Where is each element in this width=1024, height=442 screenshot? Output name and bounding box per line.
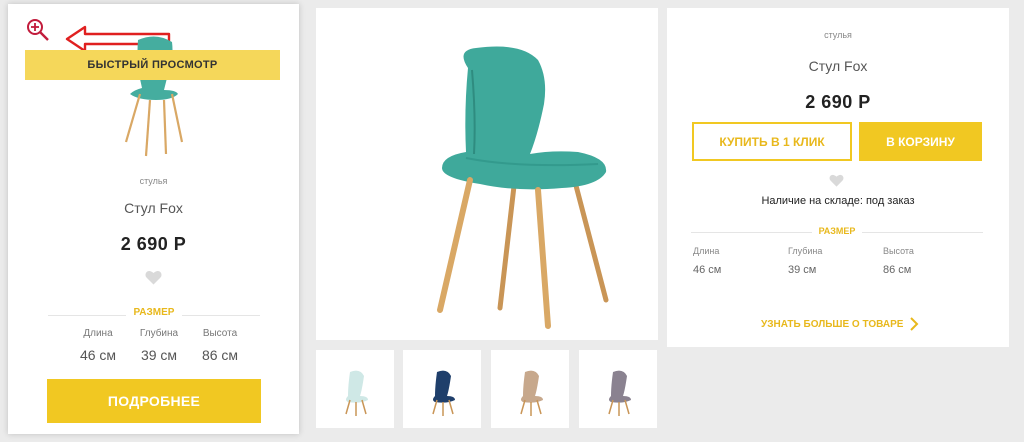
quick-view-button[interactable]: БЫСТРЫЙ ПРОСМОТР — [25, 50, 280, 80]
main-product-image[interactable] — [316, 8, 658, 340]
dimensions: Длина 46 см Глубина 39 см Высота 86 см — [693, 246, 953, 276]
dimension-height: Высота 86 см — [192, 328, 248, 363]
chair-image — [437, 46, 609, 329]
dimension-length: Длина 46 см — [70, 328, 126, 363]
dimension-depth: Глубина 39 см — [131, 328, 187, 363]
product-category: стулья — [824, 30, 852, 40]
thumbnail-4[interactable] — [579, 350, 657, 428]
zoom-in-icon[interactable] — [26, 18, 50, 42]
buy-one-click-button[interactable]: КУПИТЬ В 1 КЛИК — [692, 122, 852, 161]
chevron-right-icon — [910, 317, 919, 331]
thumbnail-chair-image — [432, 370, 455, 416]
dimension-length: Длина 46 см — [693, 246, 763, 276]
dimension-value: 39 см — [788, 264, 817, 276]
heart-icon[interactable] — [829, 174, 844, 187]
dimension-value: 46 см — [693, 264, 722, 276]
product-price: 2 690 Р — [805, 92, 871, 112]
dimension-height: Высота 86 см — [883, 246, 953, 276]
details-button[interactable]: ПОДРОБНЕЕ — [47, 379, 261, 423]
thumbnail-chair-image — [520, 370, 543, 416]
thumbnail-2[interactable] — [403, 350, 481, 428]
product-name[interactable]: Стул Fox — [8, 200, 299, 216]
size-title: РАЗМЕР — [812, 226, 862, 236]
learn-more-link[interactable]: УЗНАТЬ БОЛЬШЕ О ТОВАРЕ — [761, 314, 919, 334]
add-to-cart-button[interactable]: В КОРЗИНУ — [859, 122, 982, 161]
product-price: 2 690 Р — [120, 234, 187, 254]
size-title: РАЗМЕР — [126, 307, 182, 318]
dimension-value: 39 см — [140, 347, 178, 363]
stock-status: Наличие на складе: под заказ — [761, 195, 915, 207]
thumbnail-1[interactable] — [316, 350, 394, 428]
thumbnail-chair-image — [345, 370, 368, 416]
learn-more-label: УЗНАТЬ БОЛЬШЕ О ТОВАРЕ — [761, 318, 904, 330]
dimension-value: 86 см — [201, 347, 239, 363]
product-info-panel: стулья Стул Fox 2 690 Р КУПИТЬ В 1 КЛИК … — [667, 8, 1009, 347]
thumbnail-3[interactable] — [491, 350, 569, 428]
thumbnail-chair-image — [608, 370, 631, 416]
heart-icon[interactable] — [145, 270, 162, 285]
dimension-label: Длина — [693, 246, 720, 256]
product-card: БЫСТРЫЙ ПРОСМОТР стулья Стул Fox 2 690 Р… — [8, 4, 299, 434]
dimension-value: 46 см — [79, 347, 117, 363]
product-name: Стул Fox — [808, 58, 868, 74]
dimension-label: Глубина — [139, 328, 179, 339]
dimension-label: Высота — [202, 328, 238, 339]
dimension-label: Длина — [83, 328, 113, 339]
dimension-label: Высота — [883, 246, 914, 256]
dimensions: Длина 46 см Глубина 39 см Высота 86 см — [70, 328, 248, 363]
dimension-value: 86 см — [883, 264, 912, 276]
product-category: стулья — [139, 176, 168, 186]
dimension-depth: Глубина 39 см — [788, 246, 858, 276]
dimension-label: Глубина — [788, 246, 823, 256]
